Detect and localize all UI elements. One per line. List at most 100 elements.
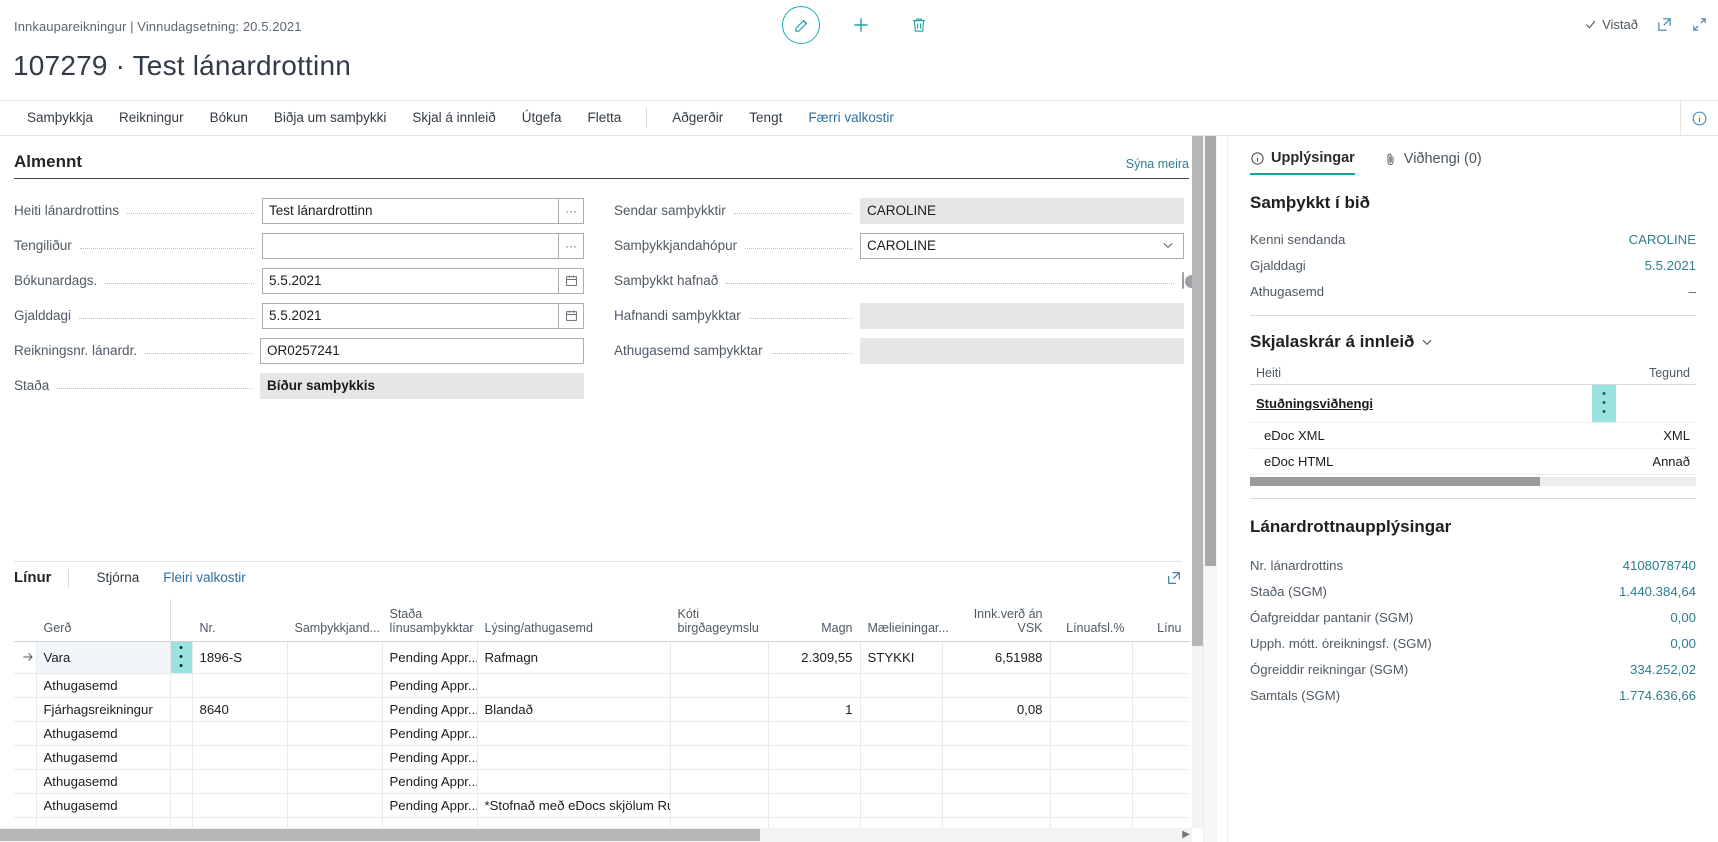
cell-location-code[interactable] [670,721,768,745]
cell-line-amount[interactable] [1132,721,1189,745]
doc-type[interactable] [1616,385,1696,423]
col-header-description[interactable]: Lýsing/athugasemd [477,599,670,641]
table-row[interactable]: Athugasemd Pending Appr... [14,745,1189,769]
calendar-icon[interactable] [558,303,584,329]
ribbon-item-approve[interactable]: Samþykkja [14,101,106,135]
cell-line-amount[interactable] [1132,673,1189,697]
col-header-line-discount[interactable]: Línuafsl.% [1050,599,1132,641]
table-row[interactable]: AthugasemdPending Appr... [14,673,1189,697]
cell-quantity[interactable] [768,793,860,817]
row-value[interactable]: 0,00 [1670,610,1696,625]
doc-name[interactable]: eDoc XML [1250,423,1592,449]
cell-location-code[interactable] [670,745,768,769]
delete-button[interactable] [902,8,936,42]
cell-type[interactable]: Athugasemd [36,769,170,793]
lookup-icon[interactable]: ··· [558,198,584,224]
cell-line-amount[interactable] [1132,641,1189,673]
cell-line-approval-status[interactable]: Pending Appr... [382,745,477,769]
cell-line-amount[interactable] [1132,745,1189,769]
ribbon-item-actions[interactable]: Aðgerðir [659,101,736,135]
posting-date-input[interactable]: 5.5.2021 [262,268,584,294]
cell-line-approval-status[interactable]: Pending Appr... [382,673,477,697]
doc-name[interactable]: eDoc HTML [1250,449,1592,475]
ribbon-item-related[interactable]: Tengt [736,101,795,135]
cell-approver[interactable] [287,721,382,745]
info-icon[interactable] [1680,101,1718,136]
open-in-new-icon[interactable] [1656,16,1673,33]
cell-description[interactable] [477,721,670,745]
cell-line-approval-status[interactable]: Pending Appr... [382,721,477,745]
list-item[interactable]: eDoc XMLXML [1250,423,1696,449]
lines-menu-more-options[interactable]: Fleiri valkostir [151,570,258,585]
table-row[interactable]: Athugasemd Pending Appr... [14,769,1189,793]
ribbon-item-incoming-document[interactable]: Skjal á innleið [399,101,508,135]
cell-line-approval-status[interactable]: Pending Appr... [382,769,477,793]
row-value[interactable]: 334.252,02 [1630,662,1696,677]
row-menu-icon[interactable] [170,769,192,793]
cell-line-approval-status[interactable]: Pending Appr... [382,793,477,817]
cell-no[interactable] [192,745,287,769]
due-date-input[interactable]: 5.5.2021 [262,303,584,329]
col-header-location-code[interactable]: Kóti birgðageymslu [670,599,768,641]
cell-approver[interactable] [287,697,382,721]
cell-type[interactable]: Vara [36,641,170,673]
cell-line-discount[interactable] [1050,793,1132,817]
contact-input[interactable]: ··· [262,233,584,259]
cell-no[interactable]: 8640 [192,697,287,721]
cell-location-code[interactable] [670,697,768,721]
col-header-name[interactable]: Heiti [1250,362,1592,385]
cell-type[interactable]: Fjárhagsreikningur [36,697,170,721]
scroll-right-arrow[interactable]: ▶ [1182,828,1190,842]
col-header-line-approval-status[interactable]: Staða línusamþykktar [382,599,477,641]
row-value[interactable]: 0,00 [1670,636,1696,651]
col-header-unit-of-measure[interactable]: Mælieiningar... [860,599,942,641]
cell-line-discount[interactable] [1050,769,1132,793]
cell-unit-of-measure[interactable] [860,673,942,697]
chevron-down-icon[interactable] [1420,335,1434,349]
doc-name[interactable]: Stuðningsviðhengi [1250,385,1592,423]
cell-direct-unit-cost[interactable]: 6,51988 [942,641,1050,673]
lines-menu-manage[interactable]: Stjórna [85,570,152,585]
table-row[interactable]: Athugasemd Pending Appr... [14,721,1189,745]
cell-line-discount[interactable] [1050,745,1132,769]
scrollbar-thumb[interactable] [1250,477,1540,486]
scrollbar-thumb[interactable] [0,829,760,841]
cell-no[interactable] [192,793,287,817]
cell-type[interactable]: Athugasemd [36,745,170,769]
lookup-icon[interactable]: ··· [558,233,584,259]
cell-unit-of-measure[interactable]: STYKKI [860,641,942,673]
col-header-direct-unit-cost[interactable]: Innk.verð án VSK [942,599,1050,641]
cell-type[interactable]: Athugasemd [36,721,170,745]
col-header-line-amount[interactable]: Línu [1132,599,1189,641]
cell-quantity[interactable] [768,721,860,745]
lines-horizontal-scrollbar[interactable]: ▶ [0,828,1192,842]
cell-unit-of-measure[interactable] [860,745,942,769]
cell-location-code[interactable] [670,769,768,793]
cell-location-code[interactable] [670,673,768,697]
row-menu-icon[interactable] [170,745,192,769]
cell-quantity[interactable] [768,673,860,697]
cell-approver[interactable] [287,769,382,793]
open-in-new-icon[interactable] [1166,570,1182,586]
incoming-docs-horizontal-scrollbar[interactable] [1250,477,1696,486]
cell-unit-of-measure[interactable] [860,697,942,721]
row-menu-icon[interactable]: ••• [1592,385,1616,423]
cell-line-amount[interactable] [1132,769,1189,793]
row-value[interactable]: 4108078740 [1623,558,1696,573]
panel-splitter-scrollbar[interactable] [1203,136,1217,842]
cell-approver[interactable] [287,793,382,817]
cell-quantity[interactable]: 1 [768,697,860,721]
cell-line-approval-status[interactable]: Pending Appr... [382,641,477,673]
vendor-name-input[interactable]: Test lánardrottinn ··· [262,198,584,224]
main-vertical-scrollbar[interactable] [1192,136,1203,828]
tab-information[interactable]: Upplýsingar [1250,150,1355,175]
cell-line-discount[interactable] [1050,697,1132,721]
cell-type[interactable]: Athugasemd [36,793,170,817]
cell-direct-unit-cost[interactable] [942,673,1050,697]
cell-direct-unit-cost[interactable] [942,721,1050,745]
cell-quantity[interactable] [768,745,860,769]
add-button[interactable] [844,8,878,42]
cell-description[interactable] [477,769,670,793]
cell-description[interactable]: *Stofnað með eDocs skjölum Rue... [477,793,670,817]
row-menu-icon[interactable] [170,793,192,817]
